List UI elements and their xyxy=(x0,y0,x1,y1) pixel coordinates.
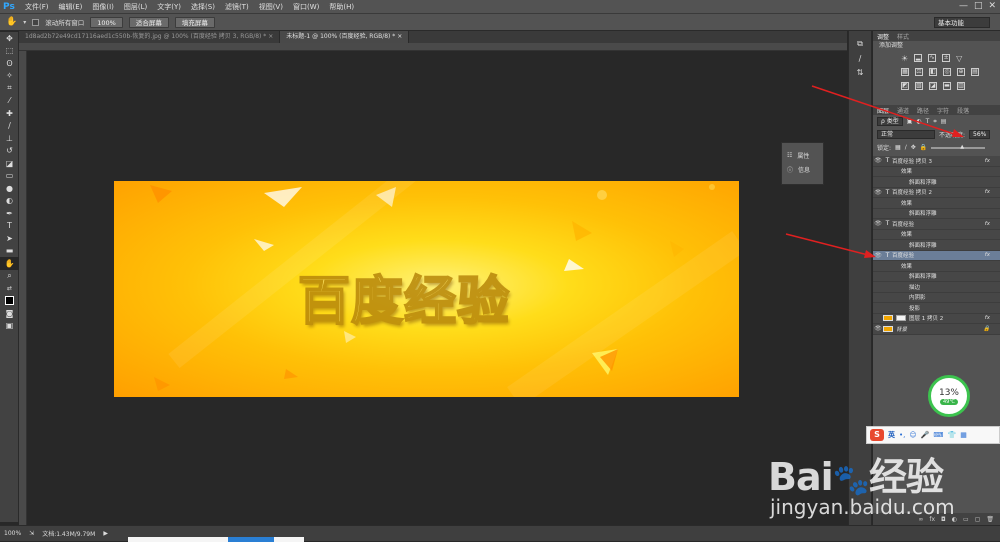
annotation-arrow-opacity xyxy=(811,85,961,137)
annotation-arrowhead-opacity xyxy=(952,129,964,137)
annotation-arrow-layer xyxy=(785,233,873,257)
annotation-arrows xyxy=(785,85,964,258)
annotation-arrowhead-layer xyxy=(864,250,876,258)
